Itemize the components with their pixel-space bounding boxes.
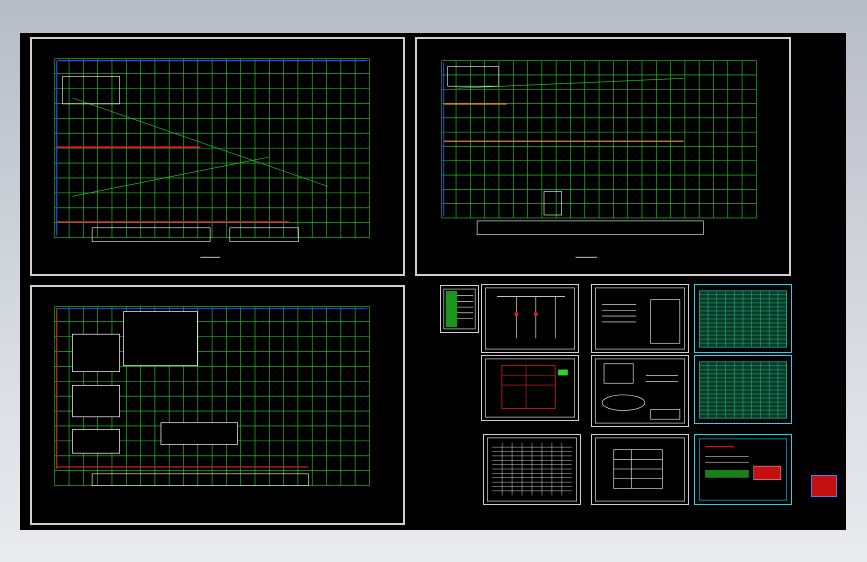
schematic-sheet-red[interactable] [481, 355, 579, 421]
red-legend-block[interactable] [811, 475, 837, 497]
cyan-detail-drawing [698, 438, 788, 501]
cyan-table-drawing [699, 361, 787, 419]
cyan-table-sheet-2[interactable] [694, 355, 792, 424]
floor-plan-sheet-2[interactable] [415, 37, 791, 276]
material-list-drawing [487, 437, 577, 502]
schematic-sheet-2[interactable] [591, 355, 689, 427]
floor-plan-drawing [441, 60, 757, 258]
schematic-drawing [594, 358, 686, 424]
title-table-sheet[interactable] [591, 434, 689, 505]
floor-plan-drawing [54, 306, 370, 486]
notes-drawing [595, 287, 685, 350]
floor-plan-drawing [54, 58, 370, 258]
floor-plan-sheet-1[interactable] [30, 37, 405, 276]
schematic-drawing [485, 287, 575, 350]
title-table-drawing [595, 437, 685, 502]
floor-plan-sheet-3[interactable] [30, 285, 405, 525]
material-list-sheet[interactable] [483, 434, 581, 505]
model-space-viewport[interactable] [20, 33, 846, 530]
legend-table-drawing [443, 288, 476, 330]
cyan-table-drawing [699, 290, 787, 348]
legend-table-sheet[interactable] [440, 285, 479, 333]
schematic-sheet-1[interactable] [481, 284, 579, 353]
schematic-drawing [485, 358, 575, 418]
cyan-table-sheet-1[interactable] [694, 284, 792, 353]
notes-sheet[interactable] [591, 284, 689, 353]
cyan-detail-sheet[interactable] [694, 434, 792, 505]
